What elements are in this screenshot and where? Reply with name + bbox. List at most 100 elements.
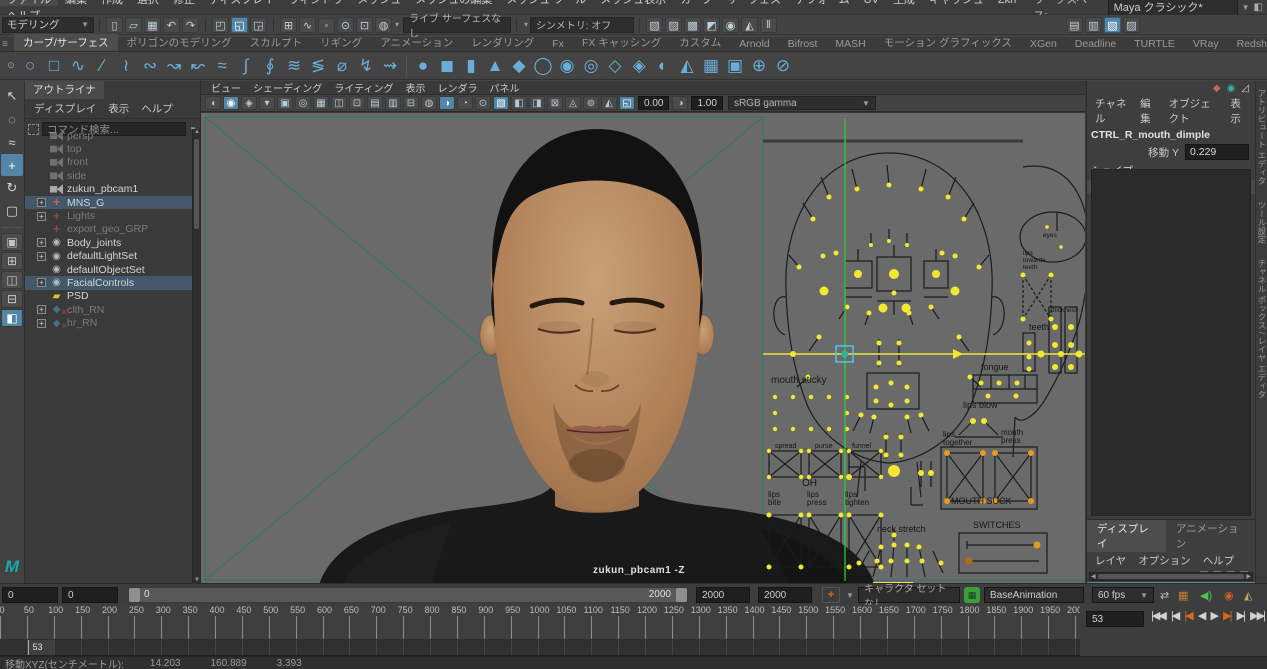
shelf-tab-8[interactable]: カスタム [670,34,730,51]
menu-4[interactable]: 修正 [166,0,202,6]
nurbs-circle-icon[interactable]: ○ [18,54,42,78]
shelf-gear-icon[interactable]: ⊙ [4,60,18,71]
extrude-icon[interactable]: ◈ [627,54,651,78]
channel-box-menu-2[interactable]: オブジェクト [1163,96,1225,126]
layer-list-scrollbar[interactable]: ◀▶ [1089,572,1253,581]
wireframe-on-shaded-icon[interactable]: ◔ [457,96,473,110]
default-material-icon[interactable]: ⊙ [475,96,491,110]
motion-blur-icon[interactable]: ◬ [565,96,581,110]
bezier-curve-icon[interactable]: ∾ [138,54,162,78]
isolate-select-icon[interactable]: ◭ [601,96,617,110]
viewport-menu-3[interactable]: 表示 [400,80,432,95]
arnold-icon[interactable]: ◉ [1227,83,1236,94]
menu-12[interactable]: サーフェス [720,0,788,6]
shelf-tab-6[interactable]: Fx [543,37,573,51]
nurbs-square-icon[interactable]: □ [42,54,66,78]
shelf-tab-0[interactable]: カーブ/サーフェス [14,34,118,51]
menu-13[interactable]: デフォーム [788,0,857,6]
boundary-icon[interactable]: ◐ [651,54,675,78]
playback-start-field[interactable]: 0 [62,587,118,603]
expand-icon[interactable]: + [37,305,46,314]
four-pane-layout-button[interactable]: ⊞ [1,252,23,270]
open-scene-icon[interactable]: ▱ [125,17,142,33]
film-gate-icon[interactable]: ◫ [331,96,347,110]
graph-icon[interactable]: ◿ [1241,83,1249,94]
exposure-field[interactable]: 0.00 [638,96,669,110]
pause-icon[interactable]: ‖ [760,17,777,33]
save-scene-icon[interactable]: ▦ [144,17,161,33]
menu-16[interactable]: キャッシュ [922,0,991,6]
paint-select-tool[interactable]: ≈ [1,131,23,153]
chevron-down-icon[interactable]: ▼ [1242,3,1250,12]
shelf-tab-17[interactable]: Redshift [1228,37,1267,51]
insert-knot-icon[interactable]: ∮ [258,54,282,78]
outliner-menu-0[interactable]: ディスプレイ [29,101,101,116]
shelf-tab-4[interactable]: アニメーション [371,34,462,51]
scale-tool[interactable]: ▢ [1,200,23,222]
viewport-menu-1[interactable]: シェーディング [247,80,328,95]
camera-lock-icon[interactable]: ◈ [241,96,257,110]
timeline-ruler[interactable]: 0501001502002503003504004505005506006507… [0,605,1080,640]
go-to-end-button[interactable]: ▶▶| [1249,609,1265,622]
playback-end-field[interactable]: 2000 [696,587,750,603]
wireframe-icon[interactable]: ◍ [421,96,437,110]
viewport-menu-2[interactable]: ライティング [328,80,399,95]
menu-6[interactable]: ウィンドウ [281,0,350,6]
cut-curve-icon[interactable]: ↝ [162,54,186,78]
nurbs-cube-icon[interactable]: ◼ [435,54,459,78]
make-live-icon[interactable]: ◍ [375,17,392,33]
two-pane-stacked-layout-button[interactable]: ⊟ [1,290,23,308]
loop-playback-icon[interactable]: ⇄ [1160,587,1169,603]
live-surface-field[interactable]: ライブ サーフェスなし [403,17,511,33]
pan-zoom-icon[interactable]: ◎ [295,96,311,110]
select-object-icon[interactable]: ◱ [231,17,248,33]
menu-9[interactable]: メッシュ ツール [499,0,593,6]
step-forward-frame-button[interactable]: ▶| [1236,609,1245,622]
layer-menu-1[interactable]: オプション [1132,553,1197,568]
channel-box-menu-1[interactable]: 編集 [1134,96,1163,126]
sidebar-vtab-1[interactable]: ツール設定 [1256,193,1267,252]
undo-icon[interactable]: ↶ [163,17,180,33]
nurbs-plane-icon[interactable]: ◆ [507,54,531,78]
outliner-item-Lights[interactable]: ++Lights [25,209,192,222]
expand-icon[interactable]: + [37,198,46,207]
xray-icon[interactable]: ◱ [619,96,635,110]
sidebar-vtab-2[interactable]: チャネル ボックス / レイヤ エディタ [1256,251,1267,406]
outliner-item-FacialControls[interactable]: +◉FacialControls [25,276,192,289]
outliner-item-side[interactable]: side [25,169,192,182]
step-back-key-button[interactable]: |◀ [1183,609,1192,622]
menu-2[interactable]: 作成 [94,0,130,6]
two-pane-side-layout-button[interactable]: ◫ [1,271,23,289]
cv-curve-icon[interactable]: ≀ [114,54,138,78]
shelf-tab-12[interactable]: モーション グラフィックス [875,34,1021,51]
menu-10[interactable]: メッシュ表示 [593,0,673,6]
grid-icon[interactable]: ▦ [313,96,329,110]
snap-point-icon[interactable]: ◦ [318,18,335,34]
outliner-item-zukun_pbcam1[interactable]: zukun_pbcam1 [25,183,192,196]
sculpt-surface-icon[interactable]: ⊘ [771,54,795,78]
layer-menu-0[interactable]: レイヤ [1089,553,1132,568]
toggle-uv-editor-icon[interactable]: ▥ [1085,17,1102,33]
sidebar-vtab-0[interactable]: アトリビュート エディタ [1256,81,1267,193]
toggle-channel-box-icon[interactable]: ▧ [1104,17,1121,33]
shadows-icon[interactable]: ◨ [529,96,545,110]
camera-select-icon[interactable]: ◖ [205,96,221,110]
shelf-tab-10[interactable]: Bifrost [779,37,827,51]
expand-icon[interactable]: + [37,212,46,221]
paint-effects-icon[interactable]: ◭ [741,17,758,33]
snap-curve-icon[interactable]: ∿ [299,17,316,33]
viewport-menu-5[interactable]: パネル [484,80,526,95]
attribute-label[interactable]: 移動 Y [1148,145,1179,160]
select-hierarchy-icon[interactable]: ◰ [212,17,229,33]
shelf-menu-icon[interactable]: ≡ [2,39,8,50]
character-key-icon[interactable]: ◭ [1244,587,1252,603]
snap-view-plane-icon[interactable]: ⊡ [356,17,373,33]
current-frame-field[interactable]: 53 [1086,611,1144,627]
chevron-down-icon[interactable]: ▼ [846,587,854,603]
anim-layer-icon[interactable]: ▦ [964,587,980,603]
menu-set-dropdown[interactable]: モデリング▼ [2,17,94,33]
shelf-tab-15[interactable]: TURTLE [1125,37,1184,51]
record-icon[interactable]: ◉ [1224,587,1234,603]
nurbs-torus-icon[interactable]: ◯ [531,54,555,78]
ipr-render-icon[interactable]: ▨ [665,17,682,33]
